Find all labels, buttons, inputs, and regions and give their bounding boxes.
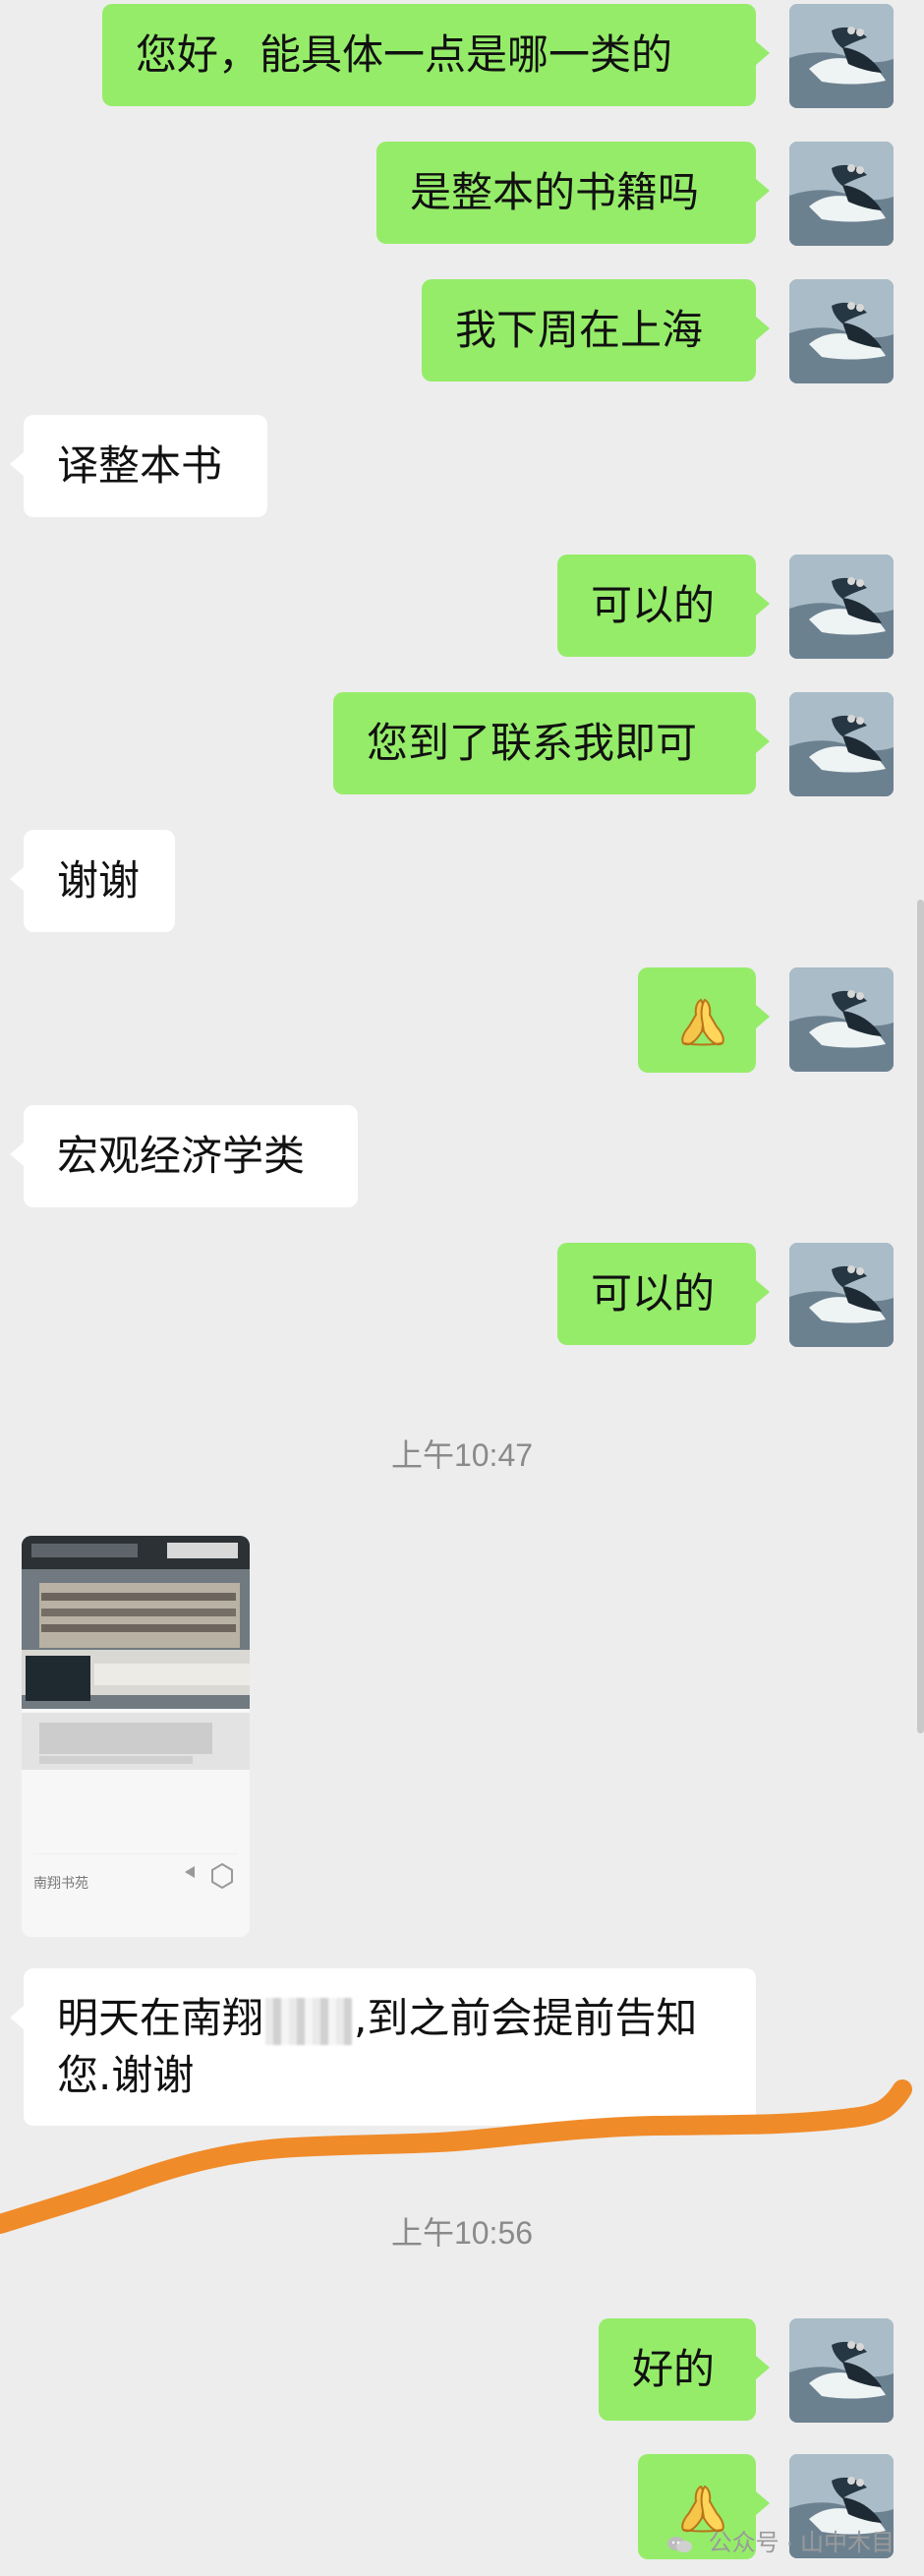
user-avatar[interactable] <box>789 4 894 108</box>
message-bubble-outgoing[interactable] <box>638 967 770 1073</box>
message-text: 宏观经济学类 <box>57 1132 306 1180</box>
thumbnail-caption: 南翔书苑 <box>33 1876 88 1892</box>
watermark: 公众号 · 山中木目 <box>666 2523 895 2557</box>
message-bubble-outgoing[interactable]: 可以的 <box>557 555 770 657</box>
message-bubble-outgoing[interactable]: 您好，能具体一点是哪一类的 <box>102 4 770 106</box>
message-text: 您.谢谢 <box>57 2051 195 2099</box>
message-row: 可以的 <box>0 1239 924 1357</box>
message-row: 您好，能具体一点是哪一类的 <box>0 0 924 118</box>
message-row: 我下周在上海 <box>0 275 924 393</box>
message-bubble-incoming[interactable]: 谢谢 <box>10 830 175 932</box>
chat-conversation: 您好，能具体一点是哪一类的 是整本的书籍吗 我下周在上海 译整本书 可以的 您到… <box>0 0 924 2576</box>
user-avatar[interactable] <box>789 692 894 796</box>
message-text: 我下周在上海 <box>455 306 704 354</box>
message-bubble-incoming[interactable]: 明天在南翔 ,到之前会提前告知 您.谢谢 <box>10 1968 756 2126</box>
message-bubble-outgoing[interactable]: 可以的 <box>557 1243 770 1345</box>
message-bubble-outgoing[interactable]: 您到了联系我即可 <box>333 692 770 794</box>
scrollbar[interactable] <box>917 900 924 1733</box>
message-text: 明天在南翔 <box>57 1994 264 2042</box>
message-row: 译整本书 <box>0 411 924 529</box>
message-bubble-outgoing[interactable]: 好的 <box>599 2318 770 2421</box>
message-timestamp: 上午10:47 <box>390 1437 534 1473</box>
message-text: ,到之前会提前告知 <box>354 1994 698 2042</box>
message-text: 可以的 <box>591 1269 716 1317</box>
message-timestamp: 上午10:56 <box>390 2215 534 2251</box>
message-row: 您到了联系我即可 <box>0 688 924 806</box>
message-text: 译整本书 <box>57 441 223 490</box>
user-avatar[interactable] <box>789 967 894 1072</box>
message-bubble-incoming[interactable]: 宏观经济学类 <box>10 1105 358 1207</box>
message-text: 好的 <box>632 2345 716 2393</box>
message-text: 是整本的书籍吗 <box>410 168 700 216</box>
store-photo-thumbnail: 南翔书苑 <box>22 1536 250 1937</box>
watermark-text: 公众号 · 山中木目 <box>708 2530 895 2556</box>
blurred-redaction <box>265 1997 353 2045</box>
message-bubble-outgoing[interactable]: 是整本的书籍吗 <box>376 142 770 244</box>
message-text: 谢谢 <box>57 856 141 905</box>
user-avatar[interactable] <box>789 142 894 246</box>
user-avatar[interactable] <box>789 279 894 383</box>
message-text: 您到了联系我即可 <box>367 719 698 767</box>
message-row: 是整本的书籍吗 <box>0 138 924 256</box>
message-bubble-outgoing[interactable]: 我下周在上海 <box>422 279 770 381</box>
message-text: 您好，能具体一点是哪一类的 <box>136 30 673 79</box>
user-avatar[interactable] <box>789 1243 894 1347</box>
image-message[interactable]: 南翔书苑 <box>22 1536 250 1937</box>
message-text: 可以的 <box>591 581 716 629</box>
message-row: 谢谢 <box>0 826 924 944</box>
message-row: 宏观经济学类 <box>0 1101 924 1219</box>
user-avatar[interactable] <box>789 2318 894 2423</box>
message-bubble-incoming[interactable]: 译整本书 <box>10 415 267 517</box>
prayer-hands-icon <box>681 998 724 1045</box>
message-row: 可以的 <box>0 551 924 669</box>
user-avatar[interactable] <box>789 555 894 659</box>
message-row: 好的 <box>0 2314 924 2432</box>
message-row <box>0 964 924 1082</box>
wechat-logo-icon <box>667 2536 692 2552</box>
